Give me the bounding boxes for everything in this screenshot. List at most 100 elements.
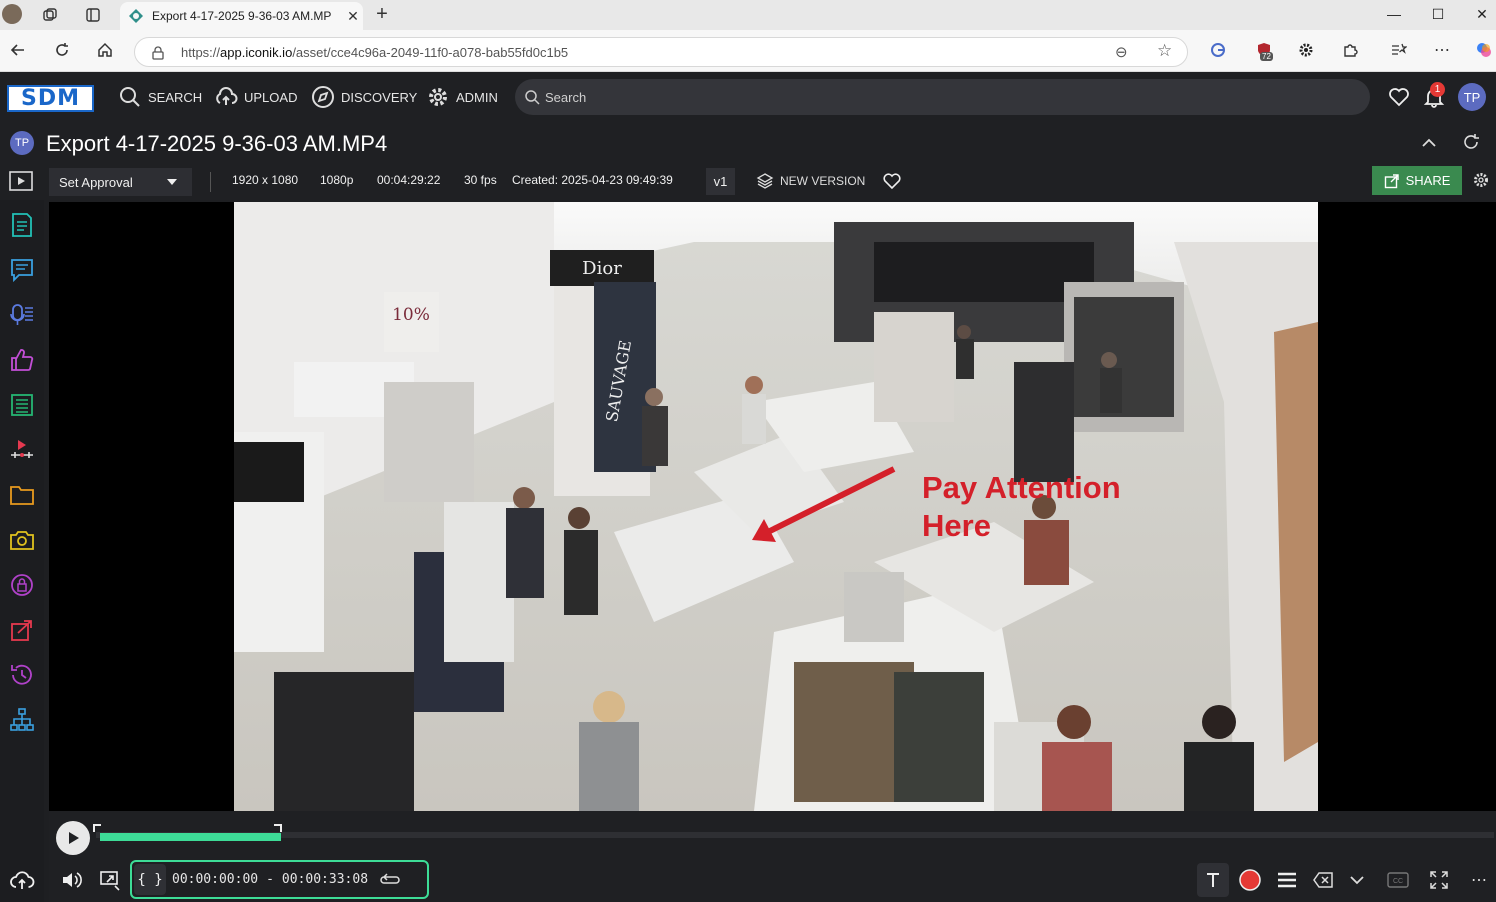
clear-annotation-icon[interactable] xyxy=(1312,870,1334,890)
collections-folder-icon[interactable] xyxy=(6,479,38,511)
profile-avatar[interactable] xyxy=(2,4,22,24)
relations-hierarchy-icon[interactable] xyxy=(6,704,38,736)
home-icon[interactable] xyxy=(93,38,117,62)
drawing-menu-icon[interactable] xyxy=(1276,870,1298,890)
tab-title: Export 4-17-2025 9-36-03 AM.MP xyxy=(152,9,332,23)
cast-display-icon[interactable] xyxy=(98,868,122,892)
collapse-chevron-icon[interactable] xyxy=(1420,134,1438,152)
play-icon xyxy=(69,832,79,844)
share-icon xyxy=(1384,173,1399,188)
timeline-track[interactable] xyxy=(96,832,1494,838)
settings-gear-icon[interactable] xyxy=(1472,171,1490,189)
volume-icon[interactable] xyxy=(60,869,84,891)
favorite-asset-heart-icon[interactable] xyxy=(882,171,902,191)
workspaces-icon[interactable] xyxy=(42,7,58,23)
compass-icon xyxy=(312,86,334,108)
fps-text: 30 fps xyxy=(464,173,497,187)
nav-upload[interactable]: UPLOAD xyxy=(214,85,297,109)
quality-text: 1080p xyxy=(320,173,354,187)
fullscreen-icon[interactable] xyxy=(1428,869,1450,891)
minimize-button[interactable]: — xyxy=(1384,4,1404,24)
browser-tab[interactable]: Export 4-17-2025 9-36-03 AM.MP ✕ xyxy=(120,2,363,30)
metadata-panel-icon[interactable] xyxy=(6,209,38,241)
record-button[interactable] xyxy=(1238,868,1262,892)
extension-shield-icon[interactable]: 72 xyxy=(1252,38,1276,62)
caret-down-icon xyxy=(167,179,177,185)
favorites-list-icon[interactable] xyxy=(1386,38,1410,62)
extensions-puzzle-icon[interactable] xyxy=(1338,38,1362,62)
timecode-out[interactable]: 00:00:33:08 xyxy=(282,872,368,887)
divider xyxy=(210,172,211,192)
comments-panel-icon[interactable] xyxy=(6,254,38,286)
timeline-markers-icon[interactable] xyxy=(6,434,38,466)
close-window-button[interactable]: ✕ xyxy=(1472,4,1492,24)
export-share-icon[interactable] xyxy=(6,614,38,646)
timecode-range[interactable]: { } 00:00:00:00 - 00:00:33:08 xyxy=(130,860,429,899)
in-out-brackets-icon[interactable]: { } xyxy=(134,864,166,895)
asset-title-row: TP Export 4-17-2025 9-36-03 AM.MP4 xyxy=(0,122,1496,164)
new-version-label: NEW VERSION xyxy=(780,174,866,188)
annotation-options-chevron-icon[interactable] xyxy=(1348,872,1366,888)
url-scheme: https:// xyxy=(181,44,221,60)
cloud-upload-sidebar-icon[interactable] xyxy=(6,864,38,896)
extension-badge: 72 xyxy=(1260,52,1273,61)
nav-admin[interactable]: ADMIN xyxy=(426,85,498,109)
site-info-icon[interactable] xyxy=(151,46,165,60)
asset-title: Export 4-17-2025 9-36-03 AM.MP4 xyxy=(46,131,388,156)
favorites-heart-icon[interactable] xyxy=(1388,86,1410,108)
refresh-asset-icon[interactable] xyxy=(1462,133,1480,151)
timecode-in[interactable]: 00:00:00:00 xyxy=(172,872,258,887)
video-frame[interactable]: Dior SAUVAGE 10% Pay Attention Here xyxy=(234,202,1318,811)
loop-icon[interactable] xyxy=(380,872,400,887)
user-avatar[interactable]: TP xyxy=(1458,83,1486,111)
new-version-button[interactable]: NEW VERSION xyxy=(756,172,865,190)
url-bar[interactable]: https://app.iconik.io/asset/cce4c96a-204… xyxy=(134,37,1188,67)
tab-close-icon[interactable]: ✕ xyxy=(343,8,363,25)
transcription-panel-icon[interactable] xyxy=(6,299,38,331)
share-button[interactable]: SHARE xyxy=(1372,166,1462,195)
approval-label: Set Approval xyxy=(59,174,133,190)
settings-gear-extension-icon[interactable] xyxy=(1294,38,1318,62)
discount-sign: 10% xyxy=(392,305,430,325)
closed-captions-icon[interactable]: CC xyxy=(1386,870,1410,890)
history-clock-icon[interactable] xyxy=(6,659,38,691)
selection-end-handle[interactable] xyxy=(274,824,282,832)
new-tab-button[interactable]: + xyxy=(372,4,392,24)
selection-start-handle[interactable] xyxy=(93,824,101,832)
reading-options-icon[interactable]: ⊖ xyxy=(1115,43,1128,61)
favorite-star-icon[interactable]: ☆ xyxy=(1157,41,1172,61)
refresh-icon[interactable] xyxy=(50,38,74,62)
share-label: SHARE xyxy=(1405,173,1451,188)
play-button[interactable] xyxy=(56,821,90,855)
version-selector[interactable]: v1 xyxy=(706,168,735,195)
url-path: /asset/cce4c96a-2049-11f0-a078-bab55fd0c… xyxy=(292,44,569,60)
more-menu-icon[interactable]: ⋯ xyxy=(1430,38,1454,62)
more-options-icon[interactable]: ⋯ xyxy=(1468,870,1490,890)
search-icon xyxy=(525,90,540,105)
timeline-selection[interactable] xyxy=(100,833,281,841)
permissions-lock-icon[interactable] xyxy=(6,569,38,601)
duration-text: 00:04:29:22 xyxy=(377,173,441,187)
nav-discovery-label: DISCOVERY xyxy=(341,89,418,105)
review-approval-thumbs-icon[interactable] xyxy=(6,344,38,376)
cloud-upload-icon xyxy=(216,87,238,105)
segments-list-icon[interactable] xyxy=(6,389,38,421)
layers-icon xyxy=(756,173,774,189)
nav-search[interactable]: SEARCH xyxy=(118,85,202,109)
browser-tab-bar: Export 4-17-2025 9-36-03 AM.MP ✕ + — ☐ ✕ xyxy=(0,0,1496,30)
copilot-icon[interactable] xyxy=(1472,38,1496,62)
text-tool-icon xyxy=(1207,873,1219,887)
approval-dropdown[interactable]: Set Approval xyxy=(49,168,192,196)
global-search-input[interactable]: Search xyxy=(515,79,1370,115)
snapshot-camera-icon[interactable] xyxy=(6,524,38,556)
nav-search-label: SEARCH xyxy=(148,89,203,105)
record-icon xyxy=(1239,869,1261,891)
nav-discovery[interactable]: DISCOVERY xyxy=(311,85,417,109)
sdm-logo[interactable]: SDM xyxy=(7,85,94,112)
text-annotation-button[interactable] xyxy=(1197,863,1229,897)
player-view-icon[interactable] xyxy=(8,169,34,193)
maximize-button[interactable]: ☐ xyxy=(1428,4,1448,24)
tab-actions-icon[interactable] xyxy=(85,7,101,23)
google-extension-icon[interactable] xyxy=(1206,38,1230,62)
back-icon[interactable] xyxy=(6,38,30,62)
